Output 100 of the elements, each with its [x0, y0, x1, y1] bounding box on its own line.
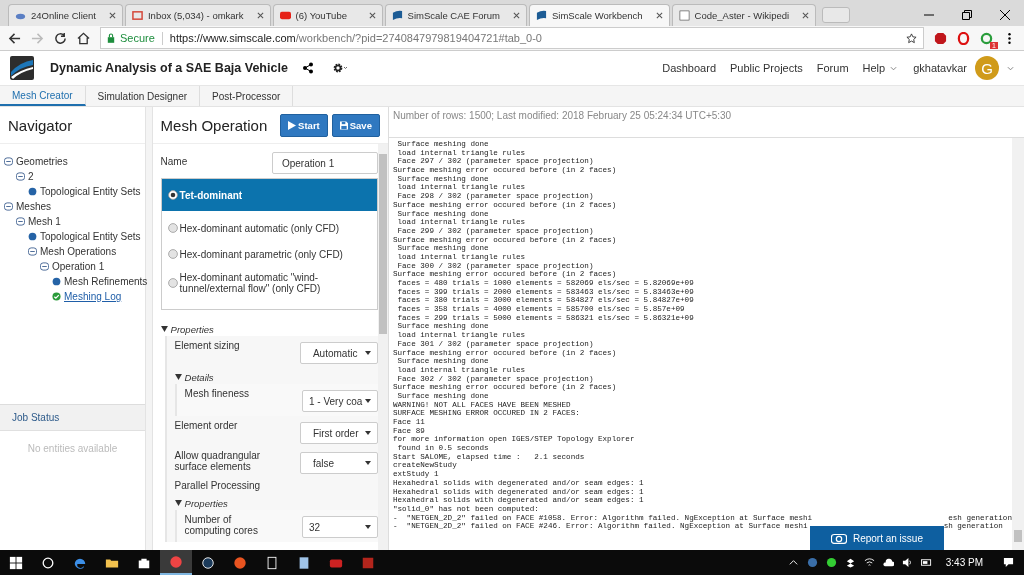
field-label: Element sizing — [174, 340, 241, 351]
tab-favicon-icon — [678, 10, 690, 21]
caret-icon[interactable] — [787, 557, 799, 568]
battery-icon[interactable] — [920, 557, 932, 568]
tree-item[interactable]: Topological Entity Sets — [40, 186, 141, 197]
nav-link[interactable]: Public Projects — [730, 62, 803, 74]
tree-item[interactable]: Mesh Refinements — [64, 276, 148, 287]
nav-link[interactable]: Dashboard — [662, 62, 716, 74]
check-icon — [52, 292, 61, 301]
extension-icon[interactable] — [980, 31, 993, 45]
field-label: Mesh fineness — [184, 388, 251, 399]
radio-option[interactable]: Hex-dominant automatic "wind-tunnel/external flow" (only CFD) — [161, 267, 377, 299]
close-icon[interactable] — [655, 12, 663, 19]
browser-tab[interactable]: 24Online Client — [8, 4, 123, 26]
home-icon[interactable] — [77, 31, 90, 45]
tab-title: SimScale CAE Forum — [407, 10, 500, 21]
close-icon[interactable] — [1000, 10, 1010, 20]
windows-icon[interactable] — [9, 555, 23, 570]
panel-title: Mesh Operation — [160, 116, 269, 134]
back-icon[interactable] — [8, 31, 21, 45]
clock-time: 3:43 PM — [945, 557, 983, 568]
log-summary: Number of rows: 1500; Last modified: 2018 February 25 05:24:34 UTC+5:30 — [392, 110, 732, 121]
scrollbar[interactable] — [1012, 138, 1024, 550]
section-title: Properties — [170, 323, 214, 335]
app-tab[interactable]: Simulation Designer — [85, 86, 201, 106]
field-label: Parallel Processing — [174, 480, 262, 491]
dot-icon — [28, 187, 37, 196]
tree-item[interactable]: Operation 1 — [52, 261, 105, 272]
radio-icon[interactable] — [167, 223, 178, 233]
collapse-icon[interactable] — [160, 326, 168, 332]
tab-title: Code_Aster - Wikipedi — [694, 10, 790, 21]
cloud-icon[interactable] — [882, 557, 894, 568]
address-field[interactable]: Secure https://www.simscale.com/workbench/?pid=2740847979819404721#tab_0-0 — [100, 27, 924, 49]
wifi-icon[interactable] — [863, 557, 875, 568]
notification-icon[interactable] — [1003, 557, 1014, 568]
nav-link[interactable]: Help — [862, 62, 898, 74]
url-text: https://www.simscale.com/workbench/?pid=2740847979819404721#tab_0-0 — [169, 32, 543, 44]
select-field[interactable]: 32 — [301, 516, 378, 538]
tree-item[interactable]: Meshing Log — [64, 291, 122, 302]
restore-icon[interactable] — [962, 10, 972, 20]
browser-tab[interactable]: Inbox (5,034) - omkark — [124, 4, 271, 26]
dot-icon — [52, 277, 61, 286]
logo-icon — [10, 56, 34, 80]
dot-icon — [28, 232, 37, 241]
browser-tab[interactable]: Code_Aster - Wikipedi — [671, 4, 817, 26]
section-title: Properties — [184, 497, 228, 509]
radio-icon[interactable] — [167, 278, 178, 288]
caret-icon — [890, 65, 898, 71]
field-label: Name — [160, 156, 188, 167]
name-field[interactable]: Operation 1 — [271, 152, 378, 174]
search-icon[interactable] — [41, 555, 55, 570]
tab-title: Inbox (5,034) - omkark — [147, 10, 244, 21]
user-name[interactable]: gkhatavkar — [913, 62, 967, 74]
empty-message: No entities available — [27, 443, 118, 454]
tab-favicon-icon — [131, 10, 143, 21]
camera-icon — [830, 532, 847, 544]
select-field[interactable]: false — [299, 452, 378, 474]
start-button[interactable]: Start — [280, 113, 328, 137]
tab-favicon-icon — [279, 10, 291, 21]
settings-icon[interactable] — [331, 62, 348, 74]
scrollbar[interactable] — [377, 144, 388, 550]
radio-option[interactable]: Hex-dominant automatic (only CFD) — [161, 215, 377, 241]
radio-option[interactable]: Tet-dominant — [161, 179, 377, 211]
tab-favicon-icon — [391, 10, 403, 21]
field-label: Allow quadrangular surface elements — [174, 450, 262, 472]
browser-tab[interactable]: SimScale CAE Forum — [384, 4, 527, 26]
star-icon[interactable] — [906, 32, 917, 44]
nav-link[interactable]: Forum — [816, 62, 849, 74]
tab-title: (6) YouTube — [295, 10, 348, 21]
tree-item[interactable]: Mesh Operations — [40, 246, 117, 257]
tree-item[interactable]: Meshes — [16, 201, 51, 212]
select-field[interactable]: First order — [299, 422, 378, 444]
tree-item[interactable]: Geometries — [16, 156, 68, 167]
navigator-title: Navigator — [8, 116, 73, 134]
project-title: Dynamic Analysis of a SAE Baja Vehicle — [50, 61, 288, 75]
app-tab[interactable]: Post-Processor — [200, 86, 294, 106]
job-status-title: Job Status — [12, 412, 60, 423]
share-icon[interactable] — [301, 62, 314, 74]
lock-icon — [107, 33, 115, 43]
save-button[interactable]: Save — [331, 113, 380, 137]
browser-tab[interactable]: (6) YouTube — [272, 4, 383, 26]
select-field[interactable]: Automatic — [299, 342, 378, 364]
radio-icon[interactable] — [167, 190, 178, 200]
floppy-icon — [339, 120, 348, 130]
tab-title: SimScale Workbench — [551, 10, 643, 21]
collapse-icon[interactable] — [174, 500, 182, 506]
reload-icon[interactable] — [54, 31, 67, 45]
tree-item[interactable]: Topological Entity Sets — [40, 231, 141, 242]
radio-option[interactable]: Hex-dominant parametric (only CFD) — [161, 241, 377, 267]
browser-tab[interactable]: SimScale Workbench — [528, 4, 670, 26]
select-field[interactable]: 1 - Very coa — [301, 390, 378, 412]
volume-icon[interactable] — [901, 557, 913, 568]
field-label: Element order — [174, 420, 239, 431]
tab-favicon-icon — [535, 10, 547, 21]
field-label: Number of computing cores — [184, 514, 259, 536]
tree-item[interactable]: Mesh 1 — [28, 216, 61, 227]
report-issue-button[interactable]: Report an issue — [809, 526, 944, 550]
tree-item[interactable]: 2 — [28, 171, 34, 182]
radio-icon[interactable] — [167, 249, 178, 259]
collapse-icon[interactable] — [174, 374, 182, 380]
